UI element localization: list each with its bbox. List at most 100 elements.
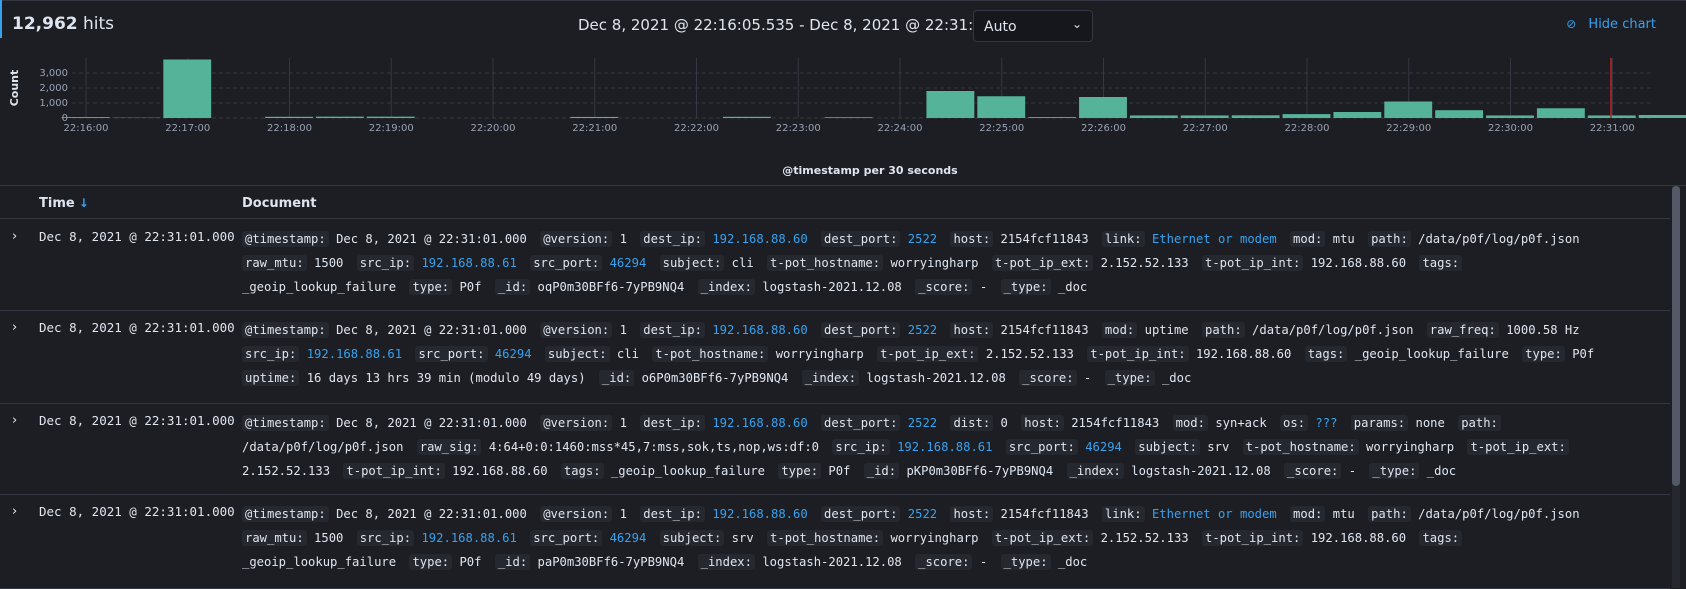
field-value: o6P0m30BFf6-7yPB9NQ4 bbox=[642, 371, 789, 385]
field-key: tags: bbox=[1419, 255, 1462, 271]
field-value[interactable]: 192.168.88.61 bbox=[421, 256, 516, 270]
field-value[interactable]: 192.168.88.61 bbox=[421, 531, 516, 545]
x-tick-label: 22:24:00 bbox=[878, 123, 923, 134]
field-value: syn+ack bbox=[1215, 416, 1266, 430]
field-value: _geoip_lookup_failure bbox=[242, 555, 396, 569]
interval-select[interactable]: Auto ⌄ bbox=[973, 10, 1093, 42]
field-value[interactable]: 2522 bbox=[908, 232, 937, 246]
field-value: logstash-2021.12.08 bbox=[762, 280, 901, 294]
histogram-bar bbox=[163, 60, 211, 119]
column-header-time[interactable]: Time↓ bbox=[39, 196, 89, 211]
field-key: _score: bbox=[1284, 463, 1341, 479]
scrollbar-thumb[interactable] bbox=[1672, 186, 1680, 486]
sort-down-icon[interactable]: ↓ bbox=[79, 196, 89, 210]
field-key: tags: bbox=[1419, 530, 1462, 546]
field-key: t-pot_ip_int: bbox=[343, 463, 444, 479]
field-key: link: bbox=[1102, 231, 1145, 247]
expand-row-icon[interactable]: › bbox=[12, 320, 17, 335]
field-value: worryingharp bbox=[1366, 440, 1454, 454]
table-row[interactable]: › Dec 8, 2021 @ 22:31:01.000@timestamp: D… bbox=[0, 219, 1670, 311]
field-value[interactable]: 2522 bbox=[908, 323, 937, 337]
field-key: params: bbox=[1351, 415, 1408, 431]
row-document: @timestamp: Dec 8, 2021 @ 22:31:01.000 @… bbox=[242, 227, 1627, 299]
field-value[interactable]: 192.168.88.61 bbox=[897, 440, 992, 454]
expand-row-icon[interactable]: › bbox=[12, 229, 17, 244]
field-key: dest_port: bbox=[821, 415, 900, 431]
field-value: 0 bbox=[1001, 416, 1008, 430]
x-tick-label: 22:22:00 bbox=[674, 123, 719, 134]
field-value[interactable]: 192.168.88.60 bbox=[712, 416, 807, 430]
histogram-bar bbox=[1283, 114, 1331, 118]
row-time: Dec 8, 2021 @ 22:31:01.000 bbox=[39, 320, 235, 335]
field-value: Dec 8, 2021 @ 22:31:01.000 bbox=[336, 232, 527, 246]
field-value[interactable]: 192.168.88.61 bbox=[307, 347, 402, 361]
hits-counter: 12,962 hits bbox=[12, 14, 114, 34]
table-row[interactable]: ›Dec 8, 2021 @ 22:31:01.000@timestamp: D… bbox=[0, 403, 1670, 495]
x-tick-label: 22:18:00 bbox=[267, 123, 312, 134]
field-value: _geoip_lookup_failure bbox=[242, 280, 396, 294]
field-key: tags: bbox=[1305, 346, 1348, 362]
field-value: 1000.58 Hz bbox=[1506, 323, 1579, 337]
scrollbar[interactable] bbox=[1672, 186, 1680, 588]
field-key: subject: bbox=[660, 530, 725, 546]
field-value[interactable]: Ethernet or modem bbox=[1152, 507, 1277, 521]
field-value[interactable]: ??? bbox=[1315, 416, 1337, 430]
field-value: _doc bbox=[1162, 371, 1191, 385]
x-tick-label: 22:19:00 bbox=[369, 123, 414, 134]
field-key: _id: bbox=[599, 370, 634, 386]
field-key: t-pot_ip_int: bbox=[1202, 530, 1303, 546]
field-value: _doc bbox=[1058, 555, 1087, 569]
field-key: @timestamp: bbox=[242, 506, 329, 522]
histogram-bar bbox=[825, 117, 873, 118]
row-document: @timestamp: Dec 8, 2021 @ 22:31:01.000 @… bbox=[242, 411, 1627, 483]
field-value[interactable]: 46294 bbox=[610, 256, 647, 270]
table-row[interactable]: ›Dec 8, 2021 @ 22:31:01.000@timestamp: D… bbox=[0, 494, 1670, 589]
x-tick-label: 22:29:00 bbox=[1386, 123, 1431, 134]
expand-row-icon[interactable]: › bbox=[12, 504, 17, 519]
field-value[interactable]: Ethernet or modem bbox=[1152, 232, 1277, 246]
field-key: src_ip: bbox=[242, 346, 299, 362]
field-value: logstash-2021.12.08 bbox=[1131, 464, 1270, 478]
row-document: @timestamp: Dec 8, 2021 @ 22:31:01.000 @… bbox=[242, 318, 1627, 390]
field-value[interactable]: 46294 bbox=[1085, 440, 1122, 454]
x-tick-label: 22:16:00 bbox=[64, 123, 109, 134]
top-border bbox=[0, 0, 1686, 1]
column-header-document: Document bbox=[242, 196, 317, 211]
field-key: mod: bbox=[1290, 506, 1325, 522]
field-value[interactable]: 46294 bbox=[610, 531, 647, 545]
table-row[interactable]: › Dec 8, 2021 @ 22:31:01.000 @timestamp: D… bbox=[0, 310, 1670, 404]
field-value: /data/p0f/log/p0f.json bbox=[1252, 323, 1413, 337]
field-value: 1 bbox=[620, 323, 627, 337]
x-tick-label: 22:27:00 bbox=[1183, 123, 1228, 134]
field-value: worryingharp bbox=[890, 256, 978, 270]
field-key: t-pot_ip_int: bbox=[1087, 346, 1188, 362]
x-axis-label: @timestamp per 30 seconds bbox=[782, 164, 958, 177]
field-key: @timestamp: bbox=[242, 322, 329, 338]
eye-closed-icon: ⊘ bbox=[1566, 17, 1576, 31]
field-value: - bbox=[1349, 464, 1364, 478]
field-key: host: bbox=[1021, 415, 1064, 431]
field-value: /data/p0f/log/p0f.json bbox=[1418, 232, 1579, 246]
field-key: @version: bbox=[540, 322, 612, 338]
histogram-bar bbox=[1130, 115, 1178, 118]
field-key: src_port: bbox=[1006, 439, 1078, 455]
field-key: t-pot_ip_ext: bbox=[877, 346, 978, 362]
field-key: mod: bbox=[1102, 322, 1137, 338]
field-value[interactable]: 46294 bbox=[495, 347, 532, 361]
field-value[interactable]: 2522 bbox=[908, 416, 937, 430]
field-value[interactable]: 192.168.88.60 bbox=[712, 232, 807, 246]
field-value: 1500 bbox=[314, 256, 343, 270]
field-value[interactable]: 2522 bbox=[908, 507, 937, 521]
expand-row-icon[interactable]: › bbox=[12, 413, 17, 428]
chevron-down-icon: ⌄ bbox=[1072, 17, 1082, 31]
field-value: /data/p0f/log/p0f.json bbox=[242, 440, 403, 454]
field-value: none bbox=[1415, 416, 1444, 430]
field-value: 2154fcf11843 bbox=[1001, 323, 1089, 337]
field-value[interactable]: 192.168.88.60 bbox=[712, 323, 807, 337]
field-value[interactable]: 192.168.88.60 bbox=[712, 507, 807, 521]
field-key: src_port: bbox=[415, 346, 487, 362]
hide-chart-button[interactable]: ⊘ Hide chart bbox=[1566, 17, 1656, 32]
table-header: Time↓ Document bbox=[0, 188, 1670, 219]
field-key: _id: bbox=[495, 554, 530, 570]
x-tick-label: 22:26:00 bbox=[1081, 123, 1126, 134]
